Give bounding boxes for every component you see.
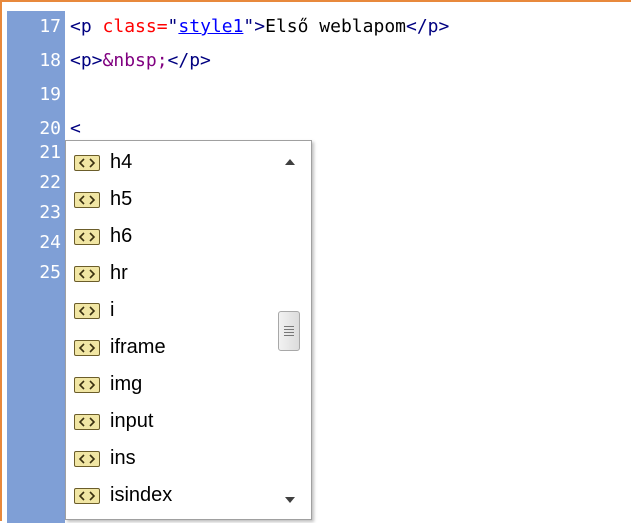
autocomplete-item-label: input xyxy=(110,410,154,432)
html-tag-icon xyxy=(74,191,100,208)
code-line-20[interactable]: < xyxy=(70,117,81,141)
html-tag-icon xyxy=(74,154,100,171)
line-number: 18 xyxy=(39,50,61,71)
tag-end: > xyxy=(254,16,266,37)
line-number: 24 xyxy=(39,232,61,253)
html-tag-icon xyxy=(74,302,100,319)
attribute-value: style1 xyxy=(178,16,244,37)
close-tag: </p> xyxy=(167,50,211,71)
autocomplete-item[interactable]: input xyxy=(74,403,153,440)
autocomplete-item-label: ins xyxy=(110,447,136,469)
autocomplete-item[interactable]: iframe xyxy=(74,329,166,366)
autocomplete-item-label: isindex xyxy=(110,484,173,506)
autocomplete-item[interactable]: hr xyxy=(74,255,128,292)
autocomplete-item-label: i xyxy=(110,299,115,321)
code-line-18[interactable]: <p>&nbsp;</p> xyxy=(70,49,211,73)
autocomplete-item-label: iframe xyxy=(110,336,166,358)
html-tag-icon xyxy=(74,413,100,430)
entity: &nbsp; xyxy=(102,50,168,71)
autocomplete-item-label: img xyxy=(110,373,143,395)
text-content: Első weblapom xyxy=(265,16,406,37)
autocomplete-item[interactable]: ins xyxy=(74,440,136,477)
grip-line xyxy=(284,329,294,330)
html-tag-icon xyxy=(74,487,100,504)
html-tag-icon xyxy=(74,228,100,245)
grip-line xyxy=(284,332,294,333)
line-number: 17 xyxy=(39,16,61,37)
line-number: 22 xyxy=(39,172,61,193)
autocomplete-dropdown[interactable]: h4 h5 h6 hr i iframe img input ins isind… xyxy=(65,140,312,520)
line-number: 19 xyxy=(39,84,61,105)
html-tag-icon xyxy=(74,376,100,393)
autocomplete-item-label: h4 xyxy=(110,151,133,173)
open-tag: <p> xyxy=(70,50,103,71)
line-number: 20 xyxy=(39,118,61,139)
autocomplete-item[interactable]: isindex xyxy=(74,477,172,514)
autocomplete-item[interactable]: img xyxy=(74,366,142,403)
attribute-name: class= xyxy=(102,16,168,37)
autocomplete-item[interactable]: h5 xyxy=(74,181,132,218)
line-number: 25 xyxy=(39,262,61,283)
grip-line xyxy=(284,335,294,336)
grip-line xyxy=(284,326,294,327)
autocomplete-item-label: hr xyxy=(110,262,128,284)
html-tag-icon xyxy=(74,339,100,356)
close-tag: </p> xyxy=(406,16,450,37)
vertical-scrollbar[interactable] xyxy=(272,144,308,516)
quote: " xyxy=(243,16,255,37)
code-line-17[interactable]: <p class="style1">Első weblapom</p> xyxy=(70,15,449,39)
html-tag-icon xyxy=(74,450,100,467)
autocomplete-item[interactable]: h4 xyxy=(74,144,132,181)
line-number-gutter: 17 18 19 20 21 22 23 24 25 xyxy=(7,11,65,523)
scroll-thumb[interactable] xyxy=(278,311,300,351)
quote: " xyxy=(167,16,179,37)
typed-text: < xyxy=(70,118,81,139)
scroll-down-arrow-icon[interactable] xyxy=(280,492,300,508)
autocomplete-item[interactable]: h6 xyxy=(74,218,132,255)
html-tag-icon xyxy=(74,265,100,282)
open-tag: <p xyxy=(70,16,103,37)
autocomplete-item-label: h6 xyxy=(110,225,133,247)
line-number: 23 xyxy=(39,202,61,223)
scroll-up-arrow-icon[interactable] xyxy=(280,154,300,170)
code-editor[interactable]: 17 18 19 20 21 22 23 24 25 <p class="sty… xyxy=(0,0,631,523)
autocomplete-item-label: h5 xyxy=(110,188,133,210)
autocomplete-item[interactable]: i xyxy=(74,292,114,329)
line-number: 21 xyxy=(39,142,61,163)
